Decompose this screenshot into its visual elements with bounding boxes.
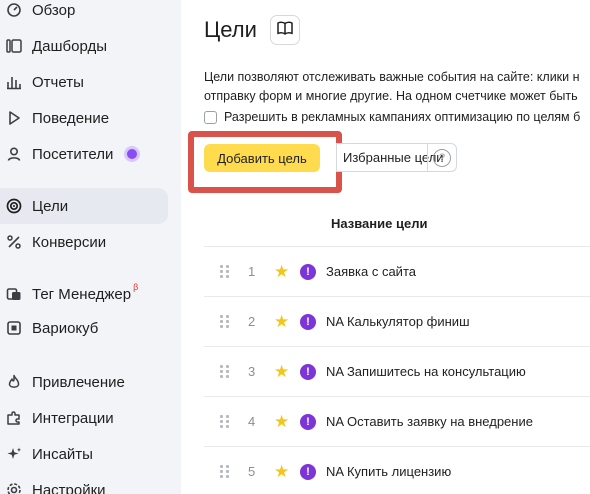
row-number: 4 bbox=[248, 414, 256, 429]
help-docs-button[interactable] bbox=[270, 15, 300, 45]
drag-handle-icon[interactable] bbox=[220, 365, 230, 378]
sidebar-item-label: Посетители bbox=[32, 145, 114, 163]
sidebar-item-overview[interactable]: Обзор bbox=[0, 0, 168, 28]
sidebar: Обзор Дашборды Отчеты Поведение Посетите… bbox=[0, 0, 181, 494]
sidebar-item-conversions[interactable]: Конверсии bbox=[0, 224, 168, 260]
divider bbox=[427, 144, 428, 171]
drag-handle-icon[interactable] bbox=[220, 415, 230, 428]
tag-icon bbox=[6, 286, 22, 302]
drag-handle-icon[interactable] bbox=[220, 265, 230, 278]
table-row[interactable]: 5 ★ ! NA Купить лицензию bbox=[204, 446, 590, 494]
table-row[interactable]: 4 ★ ! NA Оставить заявку на внедрение bbox=[204, 396, 590, 446]
sidebar-item-label: Вариокуб bbox=[32, 319, 99, 337]
add-goal-button[interactable]: Добавить цель bbox=[204, 144, 320, 172]
star-icon[interactable]: ★ bbox=[274, 313, 290, 330]
row-number: 2 bbox=[248, 314, 256, 329]
goal-name[interactable]: NA Купить лицензию bbox=[326, 464, 451, 479]
warning-icon: ! bbox=[300, 463, 316, 480]
drag-handle-icon[interactable] bbox=[220, 315, 230, 328]
sidebar-item-dashboards[interactable]: Дашборды bbox=[0, 28, 168, 64]
percent-icon bbox=[6, 234, 22, 250]
sidebar-item-label: Обзор bbox=[32, 1, 76, 19]
sidebar-item-label: Отчеты bbox=[32, 73, 84, 91]
ad-optimization-checkbox[interactable] bbox=[204, 110, 217, 124]
sparkle-icon bbox=[6, 446, 22, 462]
sidebar-item-tag-manager[interactable]: Тег Менеджер β bbox=[0, 276, 168, 312]
sidebar-item-label: Настройки bbox=[32, 481, 106, 494]
page-title: Цели bbox=[204, 17, 257, 42]
sidebar-item-label: Интеграции bbox=[32, 409, 114, 427]
warning-icon: ! bbox=[300, 413, 316, 430]
sidebar-item-reports[interactable]: Отчеты bbox=[0, 64, 168, 100]
main-content: Цели Цели позволяют отслеживать важные с… bbox=[181, 0, 590, 494]
drag-handle-icon[interactable] bbox=[220, 465, 230, 478]
table-row[interactable]: 2 ★ ! NA Калькулятор финиш bbox=[204, 296, 590, 346]
warning-icon: ! bbox=[300, 363, 316, 380]
column-header-goal-name: Название цели bbox=[331, 216, 428, 231]
new-indicator-dot bbox=[127, 149, 138, 159]
description-line-2: отправку форм и многие другие. На одном … bbox=[204, 89, 578, 103]
goal-name[interactable]: NA Калькулятор финиш bbox=[326, 314, 470, 329]
sidebar-item-label: Поведение bbox=[32, 109, 110, 127]
sidebar-item-acquisition[interactable]: Привлечение bbox=[0, 364, 168, 400]
favorite-goals-button[interactable]: Избранные цели ? bbox=[336, 143, 457, 172]
play-icon bbox=[6, 110, 22, 126]
sidebar-item-behavior[interactable]: Поведение bbox=[0, 100, 168, 136]
goal-name[interactable]: Заявка с сайта bbox=[326, 264, 416, 279]
star-icon[interactable]: ★ bbox=[274, 363, 290, 380]
beta-badge: β bbox=[133, 282, 139, 292]
sidebar-item-label: Тег Менеджер bbox=[32, 285, 132, 303]
sidebar-item-label: Дашборды bbox=[32, 37, 107, 55]
sidebar-item-visitors[interactable]: Посетители bbox=[0, 136, 168, 172]
variocube-icon bbox=[6, 320, 22, 336]
gear-icon bbox=[6, 482, 22, 494]
ad-optimization-row: Разрешить в рекламных кампаниях оптимиза… bbox=[204, 110, 580, 124]
sidebar-item-label: Привлечение bbox=[32, 373, 125, 391]
description-line-1: Цели позволяют отслеживать важные событи… bbox=[204, 70, 580, 84]
table-row[interactable]: 3 ★ ! NA Запишитесь на консультацию bbox=[204, 346, 590, 396]
goal-name[interactable]: NA Оставить заявку на внедрение bbox=[326, 414, 533, 429]
user-icon bbox=[6, 146, 22, 162]
sidebar-item-label: Инсайты bbox=[32, 445, 93, 463]
target-icon bbox=[6, 198, 22, 214]
puzzle-icon bbox=[6, 410, 22, 426]
sidebar-item-variocube[interactable]: Вариокуб bbox=[0, 310, 168, 346]
row-number: 3 bbox=[248, 364, 256, 379]
warning-icon: ! bbox=[300, 313, 316, 330]
sidebar-item-goals[interactable]: Цели bbox=[0, 188, 168, 224]
reports-icon bbox=[6, 74, 22, 90]
sidebar-item-integrations[interactable]: Интеграции bbox=[0, 400, 168, 436]
book-icon bbox=[277, 21, 293, 40]
sidebar-item-label: Конверсии bbox=[32, 233, 107, 251]
favorite-goals-label: Избранные цели bbox=[343, 150, 444, 165]
dashboards-icon bbox=[6, 38, 22, 54]
sidebar-item-settings[interactable]: Настройки bbox=[0, 472, 168, 494]
ad-optimization-label: Разрешить в рекламных кампаниях оптимиза… bbox=[224, 110, 581, 124]
sidebar-item-label: Цели bbox=[32, 197, 69, 215]
sidebar-item-insights[interactable]: Инсайты bbox=[0, 436, 168, 472]
warning-icon: ! bbox=[300, 263, 316, 280]
star-icon[interactable]: ★ bbox=[274, 463, 290, 480]
star-icon[interactable]: ★ bbox=[274, 413, 290, 430]
goal-name[interactable]: NA Запишитесь на консультацию bbox=[326, 364, 526, 379]
table-row[interactable]: 1 ★ ! Заявка с сайта bbox=[204, 246, 590, 296]
row-number: 1 bbox=[248, 264, 256, 279]
question-icon[interactable]: ? bbox=[433, 149, 451, 167]
star-icon[interactable]: ★ bbox=[274, 263, 290, 280]
row-number: 5 bbox=[248, 464, 256, 479]
overview-icon bbox=[6, 2, 22, 18]
fire-icon bbox=[6, 374, 22, 390]
description: Цели позволяют отслеживать важные событи… bbox=[204, 68, 580, 106]
